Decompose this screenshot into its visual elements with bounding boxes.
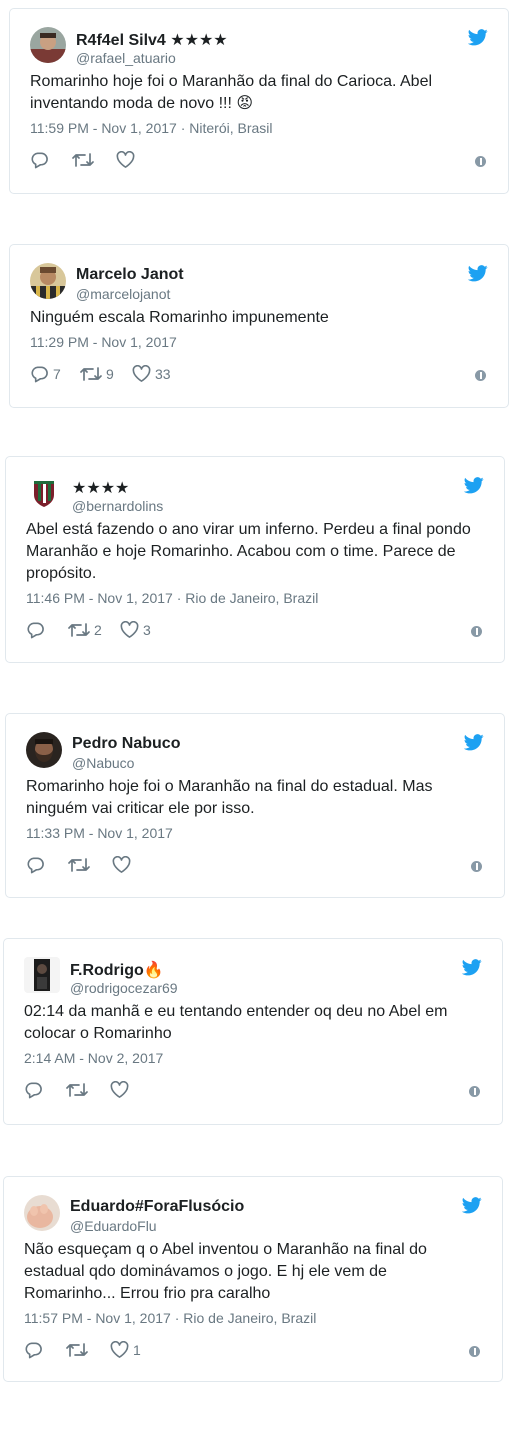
reply-button[interactable]: [26, 856, 49, 874]
avatar[interactable]: [30, 27, 66, 63]
tweet-text: Não esqueçam q o Abel inventou o Maranhã…: [24, 1241, 427, 1302]
info-icon[interactable]: [471, 861, 482, 872]
twitter-bird-icon[interactable]: [468, 29, 488, 46]
user-name[interactable]: F.Rodrigo🔥: [70, 960, 164, 980]
info-icon[interactable]: [469, 1086, 480, 1097]
user-handle[interactable]: @rodrigocezar69: [70, 980, 178, 996]
tweet-timestamp[interactable]: 11:33 PM - Nov 1, 2017: [26, 825, 173, 841]
retweet-icon: [66, 1083, 88, 1097]
tweet-location[interactable]: · Rio de Janeiro, Brazil: [175, 1310, 317, 1326]
user-handle[interactable]: @marcelojanot: [76, 286, 170, 302]
retweet-button[interactable]: [72, 151, 98, 169]
twitter-bird-icon[interactable]: [462, 959, 482, 976]
retweet-count: 2: [94, 622, 102, 638]
retweet-button[interactable]: [66, 1341, 92, 1359]
retweet-icon: [68, 858, 90, 872]
user-handle[interactable]: @Nabuco: [72, 755, 134, 771]
tweet-timestamp[interactable]: 11:59 PM - Nov 1, 2017: [30, 120, 177, 136]
heart-icon: [116, 151, 135, 168]
like-count: 33: [155, 366, 171, 382]
user-name[interactable]: Pedro Nabuco: [72, 735, 180, 753]
like-button[interactable]: [110, 1081, 133, 1099]
user-name[interactable]: Marcelo Janot: [76, 266, 184, 284]
tweet-card[interactable]: ★★★★ @bernardolins Abel está fazendo o a…: [5, 456, 505, 663]
like-button[interactable]: [116, 151, 139, 169]
tweet-card[interactable]: R4f4el Silv4 ★★★★ @rafael_atuario Romari…: [9, 8, 509, 194]
tweet-card[interactable]: Pedro Nabuco @Nabuco Romarinho hoje foi …: [5, 713, 505, 898]
info-icon[interactable]: [469, 1346, 480, 1357]
user-name[interactable]: Eduardo#ForaFlusócio: [70, 1198, 244, 1216]
like-count: 3: [143, 622, 151, 638]
user-handle[interactable]: @rafael_atuario: [76, 50, 176, 66]
tweet-text: 02:14 da manhã e eu tentando entender oq…: [24, 1003, 448, 1042]
reply-button[interactable]: [24, 1081, 47, 1099]
user-name[interactable]: R4f4el Silv4 ★★★★: [76, 30, 228, 50]
retweet-button[interactable]: [68, 856, 94, 874]
heart-icon: [132, 365, 151, 382]
reply-count: 7: [53, 366, 61, 382]
tweet-card[interactable]: Eduardo#ForaFlusócio @EduardoFlu Não esq…: [3, 1176, 503, 1382]
tweet-timestamp[interactable]: 11:29 PM - Nov 1, 2017: [30, 334, 177, 350]
twitter-bird-icon[interactable]: [464, 734, 484, 751]
retweet-button[interactable]: 9: [80, 365, 114, 383]
heart-icon: [110, 1341, 129, 1358]
reply-icon: [27, 622, 44, 639]
retweet-icon: [72, 153, 94, 167]
avatar[interactable]: [30, 263, 66, 299]
like-count: 1: [133, 1342, 141, 1358]
retweet-icon: [68, 623, 90, 637]
twitter-bird-icon[interactable]: [468, 265, 488, 282]
like-button[interactable]: 33: [132, 365, 171, 383]
avatar[interactable]: [24, 957, 60, 993]
tweet-text: Romarinho hoje foi o Maranhão da final d…: [30, 73, 433, 112]
info-icon[interactable]: [475, 370, 486, 381]
like-button[interactable]: [112, 856, 135, 874]
like-button[interactable]: 3: [120, 621, 151, 639]
user-handle[interactable]: @EduardoFlu: [70, 1218, 157, 1234]
retweet-count: 9: [106, 366, 114, 382]
avatar[interactable]: [26, 475, 62, 511]
tweet-text: Ninguém escala Romarinho impunemente: [30, 309, 329, 326]
user-name[interactable]: ★★★★: [72, 478, 129, 498]
tweet-text: Abel está fazendo o ano virar um inferno…: [26, 521, 471, 582]
retweet-icon: [80, 367, 102, 381]
reply-button[interactable]: [30, 151, 53, 169]
tweet-timestamp[interactable]: 11:57 PM - Nov 1, 2017: [24, 1310, 171, 1326]
tweet-location[interactable]: · Rio de Janeiro, Brazil: [177, 590, 319, 606]
like-button[interactable]: 1: [110, 1341, 141, 1359]
avatar[interactable]: [26, 732, 62, 768]
info-icon[interactable]: [475, 156, 486, 167]
avatar[interactable]: [24, 1195, 60, 1231]
info-icon[interactable]: [471, 626, 482, 637]
user-handle[interactable]: @bernardolins: [72, 498, 163, 514]
twitter-bird-icon[interactable]: [462, 1197, 482, 1214]
heart-icon: [110, 1081, 129, 1098]
twitter-bird-icon[interactable]: [464, 477, 484, 494]
retweet-icon: [66, 1343, 88, 1357]
reply-icon: [27, 857, 44, 874]
retweet-button[interactable]: 2: [68, 621, 102, 639]
reply-icon: [31, 366, 48, 383]
reply-button[interactable]: [24, 1341, 47, 1359]
tweet-card[interactable]: Marcelo Janot @marcelojanot Ninguém esca…: [9, 244, 509, 408]
reply-button[interactable]: 7: [30, 365, 61, 383]
tweet-location[interactable]: · Niterói, Brasil: [181, 120, 273, 136]
tweet-timestamp[interactable]: 2:14 AM - Nov 2, 2017: [24, 1050, 163, 1066]
tweet-card[interactable]: F.Rodrigo🔥 @rodrigocezar69 02:14 da manh…: [3, 938, 503, 1125]
reply-button[interactable]: [26, 621, 49, 639]
tweet-timestamp[interactable]: 11:46 PM - Nov 1, 2017: [26, 590, 173, 606]
reply-icon: [25, 1342, 42, 1359]
reply-icon: [31, 152, 48, 169]
retweet-button[interactable]: [66, 1081, 92, 1099]
tweet-text: Romarinho hoje foi o Maranhão na final d…: [26, 778, 433, 817]
reply-icon: [25, 1082, 42, 1099]
heart-icon: [120, 621, 139, 638]
heart-icon: [112, 856, 131, 873]
